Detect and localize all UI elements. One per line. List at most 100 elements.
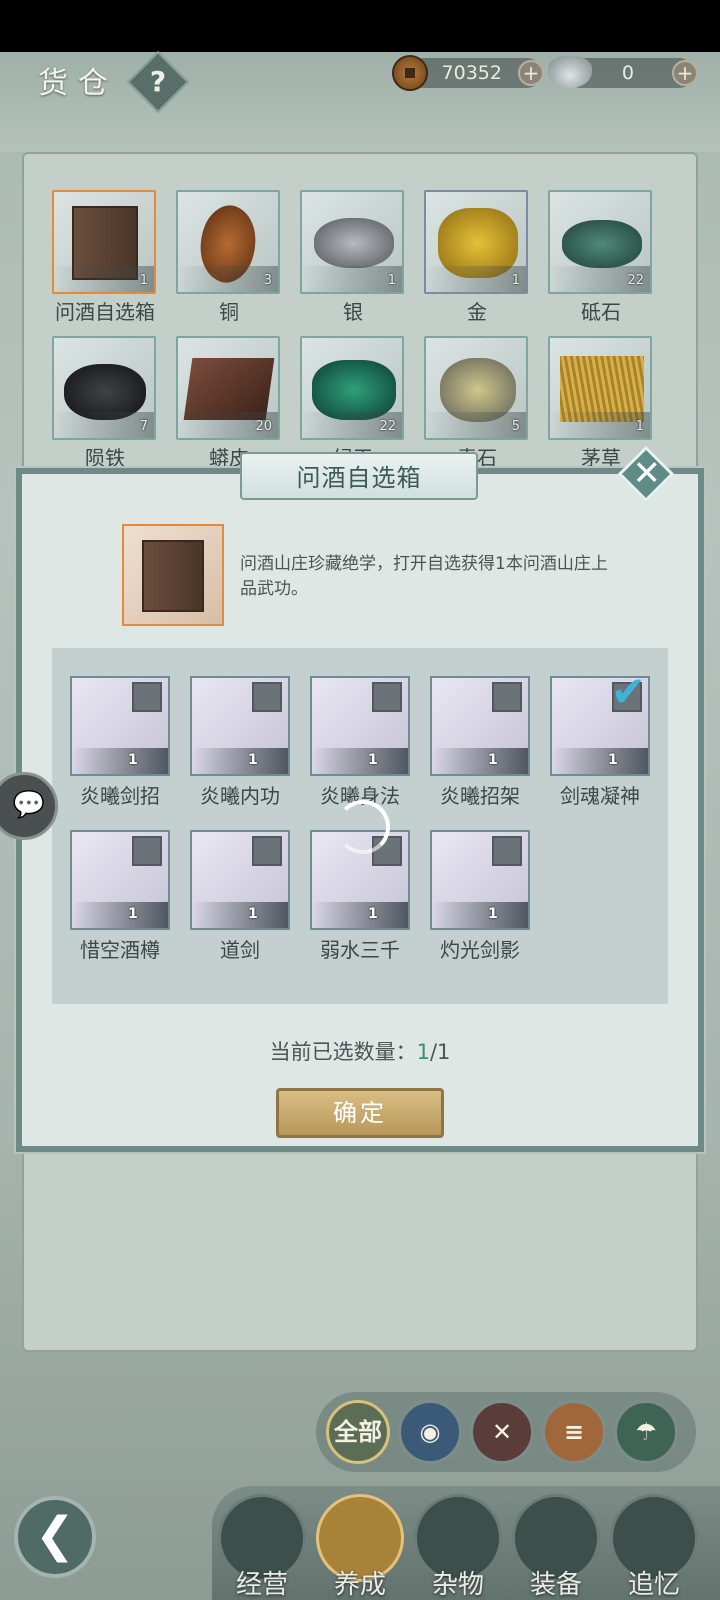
nav-label: 追忆	[627, 1570, 680, 1600]
skill-count: 1	[248, 752, 258, 768]
check-icon: ✔	[610, 667, 646, 716]
skill-checkbox[interactable]	[492, 836, 522, 866]
skill-band	[312, 748, 408, 774]
skill-band	[72, 902, 168, 928]
skill-label: 道剑	[220, 938, 260, 962]
inventory-item[interactable]: 3	[176, 190, 280, 294]
skill-band	[192, 748, 288, 774]
item-label: 问酒自选箱	[55, 300, 155, 324]
filter-umbrella-button[interactable]: ☂	[614, 1400, 678, 1464]
inventory-item[interactable]: 1	[300, 190, 404, 294]
nav-label: 装备	[529, 1570, 582, 1600]
selection-count: 当前已选数量：1/1	[0, 1036, 720, 1066]
chat-icon: 💬	[12, 790, 46, 820]
page-title: 货仓	[38, 66, 118, 101]
skill-band	[432, 748, 528, 774]
python-skin-icon	[183, 358, 275, 420]
chest-icon	[142, 540, 204, 612]
loading-spinner-icon	[336, 800, 390, 854]
skill-count: 1	[488, 906, 498, 922]
skill-label: 炎曦招架	[440, 784, 520, 808]
skill-count: 1	[488, 752, 498, 768]
filter-all-button[interactable]: 全部	[326, 1400, 390, 1464]
filter-bag-button[interactable]: ◉	[398, 1400, 462, 1464]
skill-option[interactable]: 1	[70, 830, 170, 930]
whetstone-icon	[562, 220, 642, 268]
nav-label: 养成	[333, 1570, 386, 1600]
skill-checkbox[interactable]	[132, 836, 162, 866]
item-count: 1	[635, 419, 644, 434]
skill-band	[192, 902, 288, 928]
back-arrow-icon: ❮	[34, 1507, 76, 1563]
item-count: 1	[387, 273, 396, 288]
skill-option[interactable]: 1 ✔	[550, 671, 650, 776]
skill-checkbox[interactable]	[372, 682, 402, 712]
skill-band	[552, 748, 648, 774]
logs-icon: ≡	[563, 1418, 585, 1446]
silver-ore-icon	[314, 218, 394, 268]
item-label: 银	[343, 300, 363, 324]
item-count: 20	[255, 419, 272, 434]
inventory-item[interactable]: 22	[548, 190, 652, 294]
silver-ingot-icon	[548, 56, 592, 88]
skill-checkbox[interactable]	[132, 682, 162, 712]
filter-weapon-button[interactable]: ✕	[470, 1400, 534, 1464]
copper-coin-icon	[392, 55, 428, 91]
back-button[interactable]: ❮	[14, 1496, 96, 1578]
nav-label: 经营	[235, 1570, 288, 1600]
skill-band	[72, 748, 168, 774]
skill-option[interactable]: 1	[430, 676, 530, 776]
item-count: 1	[139, 273, 148, 288]
inventory-item[interactable]: 20	[176, 336, 280, 440]
add-copper-button[interactable]: +	[518, 60, 544, 86]
green-jade-icon	[312, 360, 396, 420]
item-label: 金	[467, 300, 487, 324]
bag-icon: ◉	[419, 1418, 441, 1446]
skill-checkbox[interactable]	[252, 682, 282, 712]
skill-band	[312, 902, 408, 928]
skill-count: 1	[248, 906, 258, 922]
inventory-item[interactable]: 1	[424, 190, 528, 294]
nav-label: 杂物	[431, 1570, 484, 1600]
selection-count-selected: 1	[416, 1040, 430, 1064]
inventory-item[interactable]: 5	[424, 336, 528, 440]
inventory-item[interactable]: 1	[548, 336, 652, 440]
skill-label: 炎曦剑招	[80, 784, 160, 808]
skill-band	[432, 902, 528, 928]
item-count: 1	[511, 273, 520, 288]
item-label: 铜	[219, 300, 239, 324]
status-bar	[0, 0, 720, 52]
skill-option[interactable]: 1	[70, 676, 170, 776]
skill-option[interactable]: 1	[430, 830, 530, 930]
skill-count: 1	[608, 752, 618, 768]
inventory-item[interactable]: 1	[52, 190, 156, 294]
skill-count: 1	[128, 906, 138, 922]
skill-checkbox[interactable]	[492, 682, 522, 712]
skill-count: 1	[368, 752, 378, 768]
close-icon: ✕	[632, 453, 661, 494]
chat-button[interactable]: 💬	[0, 772, 58, 840]
skill-option[interactable]: 1	[190, 830, 290, 930]
item-label: 砥石	[581, 300, 621, 324]
umbrella-icon: ☂	[635, 1418, 657, 1446]
dialog-title: 问酒自选箱	[296, 464, 422, 492]
chest-item-icon	[122, 524, 224, 626]
skill-label: 灼光剑影	[440, 938, 520, 962]
skill-label: 炎曦内功	[200, 784, 280, 808]
inventory-item[interactable]: 7	[52, 336, 156, 440]
selection-count-total: /1	[429, 1040, 451, 1064]
skill-option[interactable]: 1	[190, 676, 290, 776]
filter-material-button[interactable]: ≡	[542, 1400, 606, 1464]
item-count: 22	[627, 273, 644, 288]
help-icon: ?	[149, 65, 167, 98]
item-count: 7	[139, 419, 148, 434]
skill-label: 剑魂凝神	[560, 784, 640, 808]
skill-label: 惜空酒樽	[80, 938, 160, 962]
inventory-item[interactable]: 22	[300, 336, 404, 440]
add-silver-button[interactable]: +	[672, 60, 698, 86]
skill-label: 弱水三千	[320, 938, 400, 962]
skill-count: 1	[128, 752, 138, 768]
skill-option[interactable]: 1	[310, 676, 410, 776]
skill-checkbox[interactable]	[252, 836, 282, 866]
confirm-button[interactable]: 确定	[276, 1088, 444, 1138]
